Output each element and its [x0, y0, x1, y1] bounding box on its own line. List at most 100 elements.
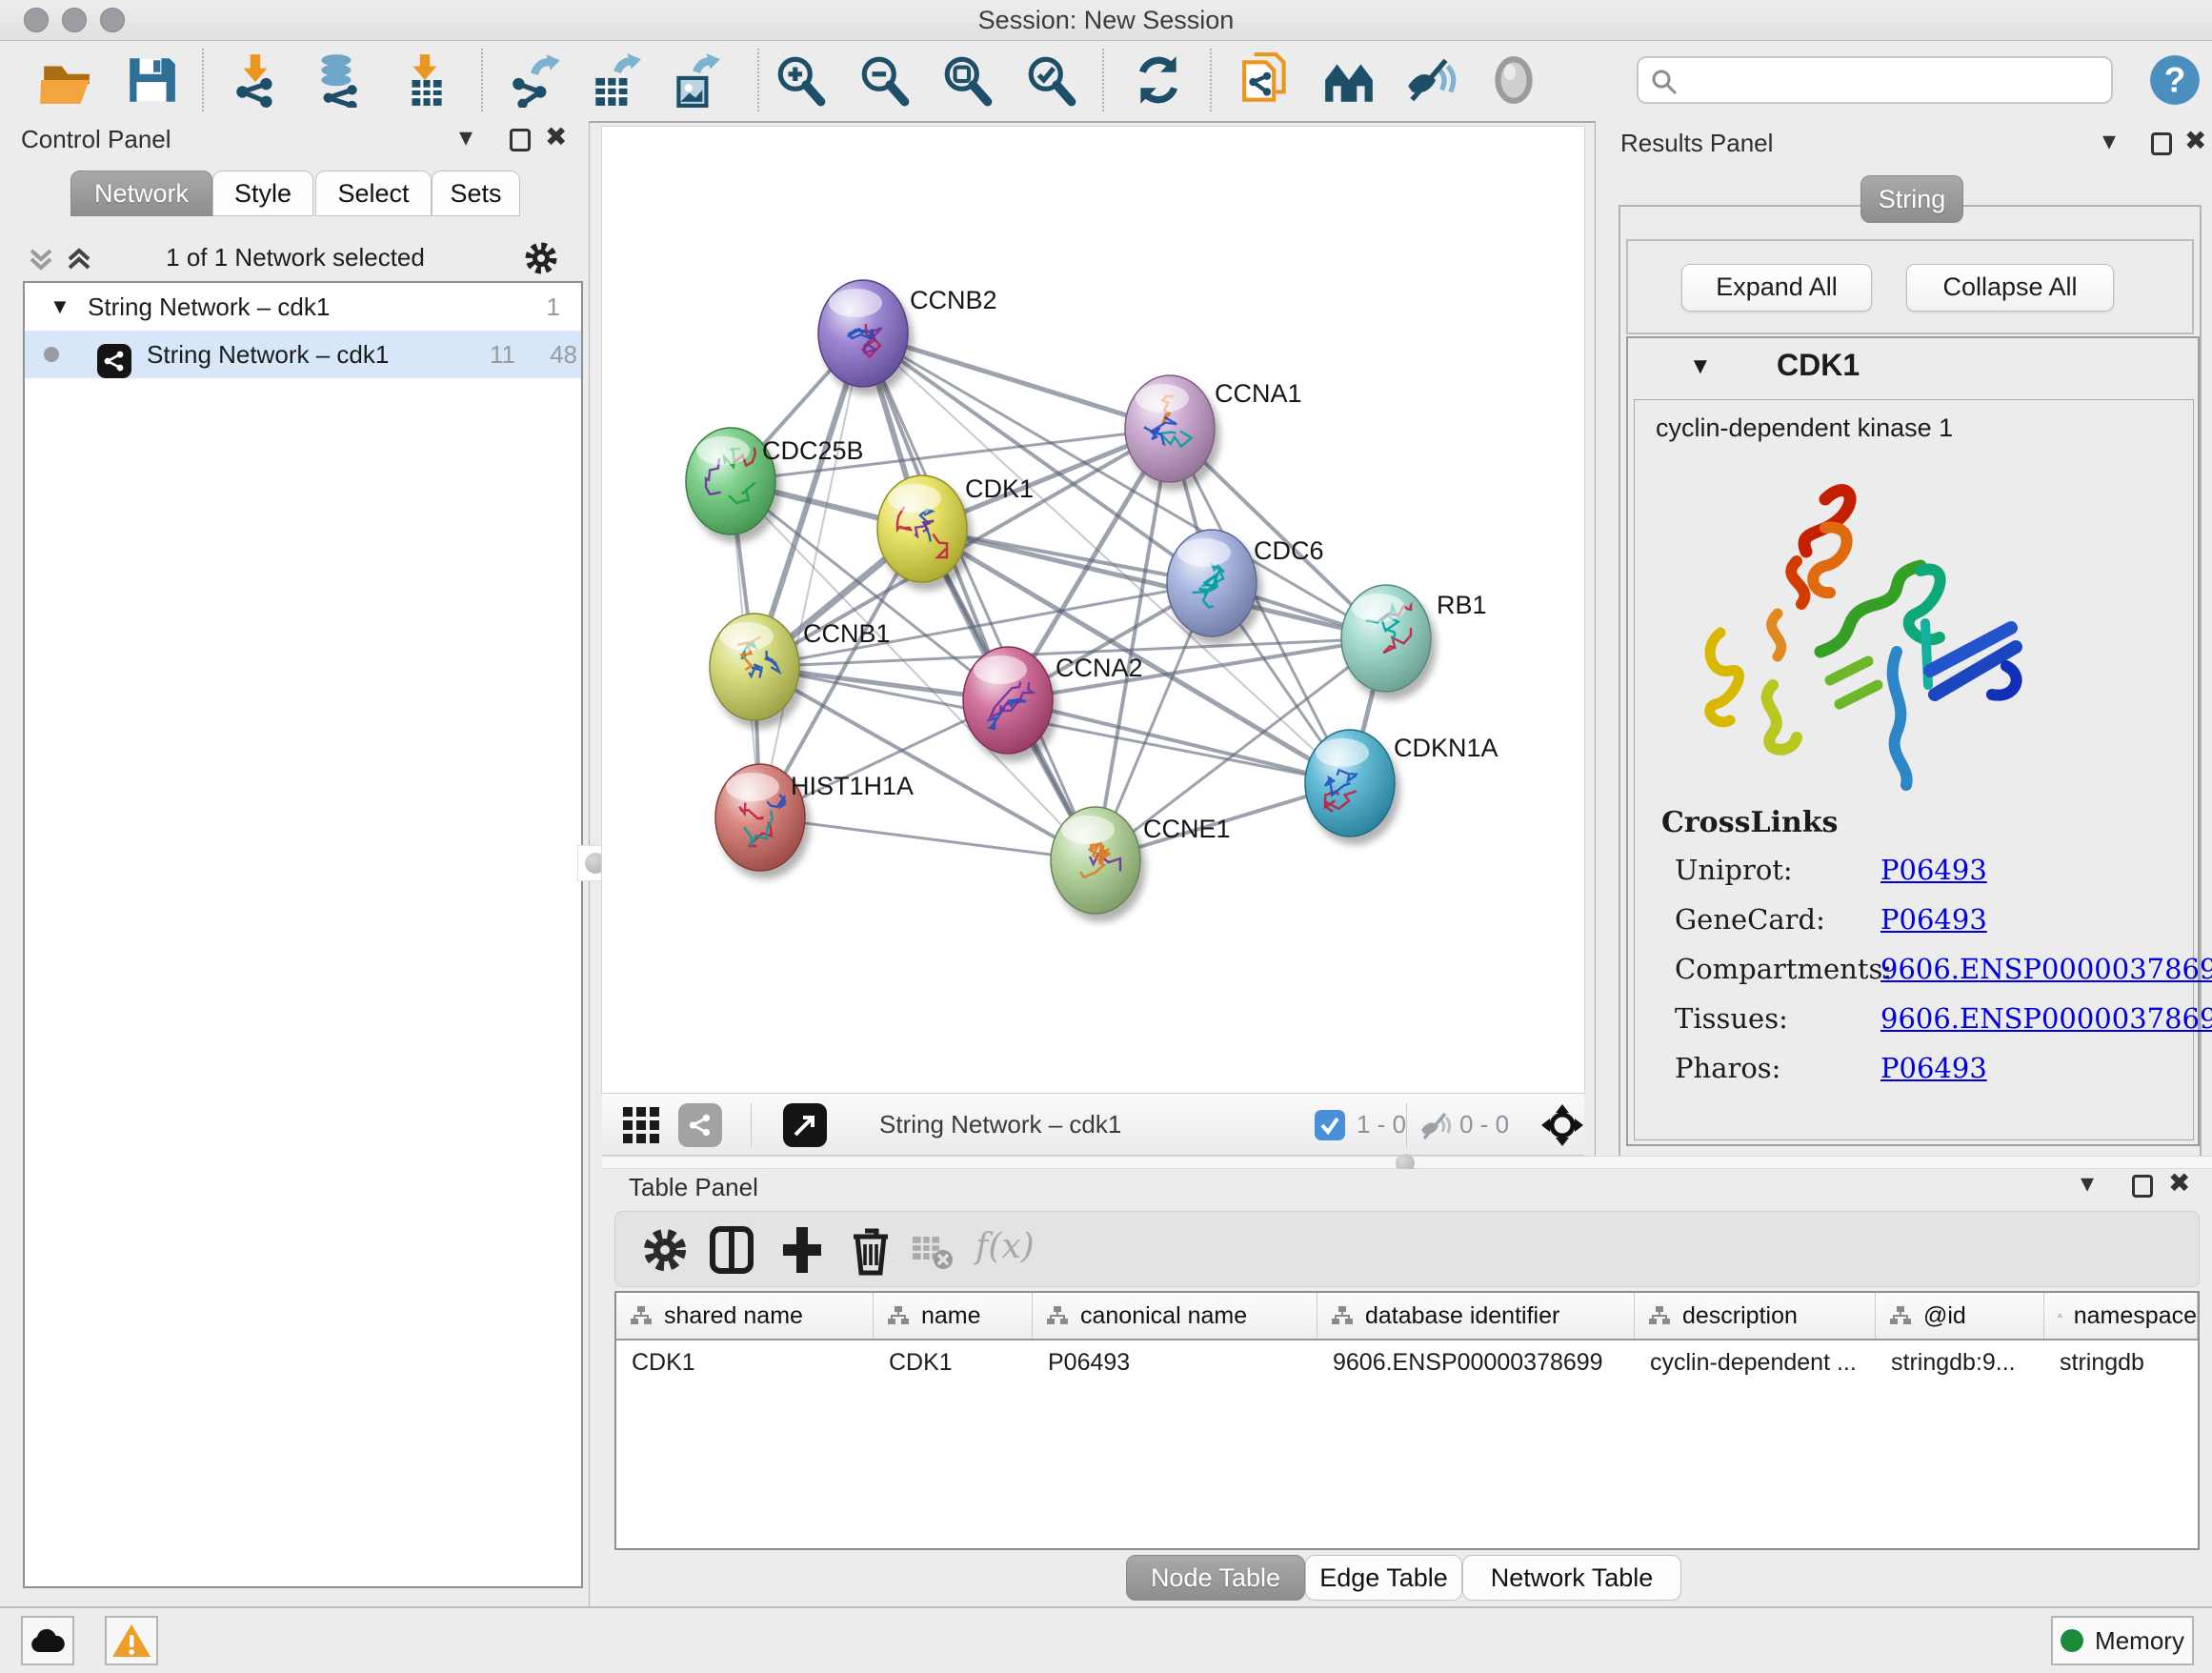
table-panel-maximize-icon[interactable] [2132, 1175, 2153, 1198]
export-network-icon[interactable] [507, 52, 562, 108]
node-CDK1[interactable] [877, 475, 967, 582]
column-label: shared name [664, 1302, 803, 1330]
string-view-icon[interactable] [678, 1103, 722, 1147]
birds-eye-view-icon[interactable] [1540, 1103, 1584, 1147]
show-columns-icon[interactable] [705, 1223, 758, 1277]
edge-CCNB1-CDKN1A[interactable] [754, 667, 1350, 783]
crosslink-link[interactable]: P06493 [1880, 1052, 1987, 1084]
edge-CCNB2-CCNA1[interactable] [863, 333, 1170, 429]
crosslink-link[interactable]: 9606.ENSP00000378699 [1880, 953, 2212, 985]
zoom-fit-icon[interactable] [940, 52, 995, 108]
tab-edge-table[interactable]: Edge Table [1305, 1555, 1462, 1601]
table-cell[interactable]: cyclin-dependent ... [1635, 1340, 1876, 1384]
show-all-icon[interactable] [1486, 52, 1541, 108]
selected-checkbox-icon[interactable] [1315, 1110, 1345, 1140]
node-RB1[interactable] [1341, 585, 1431, 692]
delete-column-icon[interactable] [844, 1223, 897, 1277]
export-table-icon[interactable] [588, 52, 643, 108]
results-panel-maximize-icon[interactable] [2151, 132, 2172, 155]
node-CDKN1A[interactable] [1305, 730, 1395, 836]
hide-selected-icon[interactable] [1402, 52, 1458, 108]
table-cell[interactable]: P06493 [1033, 1340, 1317, 1384]
column-header-database-identifier[interactable]: database identifier [1317, 1293, 1635, 1339]
table-cell[interactable]: CDK1 [874, 1340, 1033, 1384]
column-header-namespace[interactable]: namespace [2044, 1293, 2198, 1339]
node-CCNE1[interactable] [1051, 807, 1140, 914]
collapse-all-button[interactable]: Collapse All [1906, 264, 2114, 312]
crosslink-link[interactable]: 9606.ENSP00000378699 [1880, 1002, 2212, 1035]
import-network-database-icon[interactable] [311, 52, 366, 108]
create-column-icon[interactable] [775, 1223, 829, 1277]
network-list: ▼ String Network – cdk1 1 String Network… [23, 281, 583, 1588]
node-CCNB1[interactable] [710, 614, 799, 720]
edge-HIST1H1A-CCNE1[interactable] [760, 817, 1096, 860]
vertical-splitter[interactable] [589, 121, 602, 1606]
collection-expand-triangle[interactable]: ▼ [50, 283, 70, 331]
table-cell[interactable]: 9606.ENSP00000378699 [1317, 1340, 1635, 1384]
gene-collapse-triangle[interactable]: ▼ [1689, 353, 1712, 380]
tab-sets[interactable]: Sets [432, 171, 520, 216]
node-CCNA2[interactable] [963, 647, 1053, 754]
tab-style[interactable]: Style [212, 171, 313, 216]
save-session-icon[interactable] [124, 52, 179, 108]
node-CCNA1[interactable] [1125, 375, 1215, 482]
network-canvas[interactable]: CCNB2CCNA1CDC25BCDK1CDC6RB1CCNB1CCNA2CDK… [602, 127, 1584, 1093]
tab-select[interactable]: Select [315, 171, 432, 216]
results-panel-close-icon[interactable]: ✖ [2184, 127, 2206, 155]
zoom-selected-icon[interactable] [1024, 52, 1079, 108]
crosslink-link[interactable]: P06493 [1880, 854, 1987, 886]
open-folder-icon[interactable] [38, 52, 93, 108]
column-header-canonical-name[interactable]: canonical name [1033, 1293, 1317, 1339]
zoom-out-icon[interactable] [857, 52, 913, 108]
tab-network-table[interactable]: Network Table [1462, 1555, 1681, 1601]
column-header-description[interactable]: description [1635, 1293, 1876, 1339]
tab-node-table[interactable]: Node Table [1126, 1555, 1305, 1601]
memory-button[interactable]: Memory [2051, 1616, 2194, 1665]
title-bar: Session: New Session [0, 0, 2212, 41]
search-input[interactable] [1688, 62, 2101, 100]
open-in-window-icon[interactable] [783, 1103, 827, 1147]
refresh-icon[interactable] [1131, 52, 1186, 108]
edge-CCNA2-CDKN1A[interactable] [1008, 700, 1350, 783]
collapse-all-networks-icon[interactable] [25, 243, 57, 275]
control-panel-close-icon[interactable]: ✖ [545, 123, 567, 151]
table-cell[interactable]: CDK1 [616, 1340, 874, 1384]
table-panel-close-icon[interactable]: ✖ [2168, 1169, 2190, 1198]
table-panel-title: Table Panel [629, 1173, 758, 1202]
edge-CCNB2-HIST1H1A[interactable] [760, 333, 863, 817]
table-panel-float-icon[interactable]: ▾ [2081, 1169, 2094, 1198]
table-options-gear-icon[interactable] [638, 1223, 692, 1277]
grid-view-icon[interactable] [621, 1105, 661, 1145]
node-CDC6[interactable] [1167, 530, 1257, 636]
warnings-button[interactable] [105, 1616, 158, 1665]
gene-symbol: CDK1 [1777, 348, 1860, 383]
crosslink-link[interactable]: P06493 [1880, 903, 1987, 936]
table-cell[interactable]: stringdb [2044, 1340, 2198, 1384]
memory-status-dot [2061, 1629, 2083, 1652]
zoom-in-icon[interactable] [774, 52, 829, 108]
control-panel-float-icon[interactable]: ▾ [459, 123, 473, 151]
horizontal-splitter[interactable] [602, 1156, 2212, 1169]
column-header-name[interactable]: name [874, 1293, 1033, 1339]
splitter-handle[interactable] [1391, 1158, 1419, 1169]
expand-all-networks-icon[interactable] [63, 243, 95, 275]
duplicate-network-icon[interactable] [1240, 52, 1296, 108]
import-table-file-icon[interactable] [398, 52, 453, 108]
results-panel-float-icon[interactable]: ▾ [2102, 127, 2116, 155]
help-icon[interactable]: ? [2147, 52, 2202, 108]
table-cell[interactable]: stringdb:9... [1876, 1340, 2044, 1384]
tab-string[interactable]: String [1860, 175, 1963, 223]
network-options-gear-icon[interactable] [522, 239, 560, 277]
node-CCNB2[interactable] [818, 280, 908, 387]
column-header--id[interactable]: @id [1876, 1293, 2044, 1339]
control-panel-maximize-icon[interactable] [510, 129, 531, 151]
first-neighbors-icon[interactable] [1321, 52, 1377, 108]
cloud-button[interactable] [21, 1616, 74, 1665]
import-network-file-icon[interactable] [229, 52, 284, 108]
network-collection-row[interactable]: ▼ String Network – cdk1 1 [25, 283, 581, 331]
export-image-icon[interactable] [667, 52, 722, 108]
expand-all-button[interactable]: Expand All [1681, 264, 1872, 312]
tab-network[interactable]: Network [70, 171, 212, 216]
network-row[interactable]: String Network – cdk1 11 48 [25, 331, 581, 378]
column-header-shared-name[interactable]: shared name [616, 1293, 874, 1339]
